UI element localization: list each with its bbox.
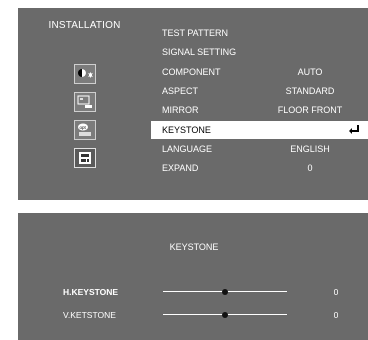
sidebar: INSTALLATION opt xyxy=(18,8,151,200)
menu-item-value: 0 xyxy=(307,163,313,173)
options-icon[interactable]: opt xyxy=(74,120,96,140)
menu-item-label: LANGUAGE xyxy=(162,144,213,154)
svg-text:opt: opt xyxy=(80,125,87,130)
h-keystone-slider[interactable] xyxy=(163,288,287,295)
menu-item-signal-setting[interactable]: SIGNAL SETTING xyxy=(151,43,368,61)
menu-item-label: COMPONENT xyxy=(162,67,221,77)
installation-menu-list: TEST PATTERN SIGNAL SETTING COMPONENT AU… xyxy=(151,8,368,200)
menu-item-value: ENGLISH xyxy=(290,144,330,154)
h-keystone-value: 0 xyxy=(333,287,339,297)
v-keystone-slider[interactable] xyxy=(163,311,287,318)
menu-item-expand[interactable]: EXPAND 0 xyxy=(151,159,368,177)
menu-item-mirror[interactable]: MIRROR FLOOR FRONT xyxy=(151,101,368,119)
menu-item-value: AUTO xyxy=(297,67,323,77)
v-keystone-label: V.KETSTONE xyxy=(63,310,116,320)
menu-item-label: TEST PATTERN xyxy=(162,28,229,38)
h-keystone-slider-knob[interactable] xyxy=(222,288,228,295)
menu-item-value: STANDARD xyxy=(285,86,335,96)
v-keystone-value: 0 xyxy=(333,310,339,320)
keystone-panel-title: KEYSTONE xyxy=(169,242,219,252)
menu-item-test-pattern[interactable]: TEST PATTERN xyxy=(151,24,368,42)
installation-icon[interactable] xyxy=(74,148,96,168)
h-keystone-label: H.KEYSTONE xyxy=(63,287,119,297)
installation-menu-panel: INSTALLATION opt TEST PATTERN SIGNAL SET… xyxy=(18,8,368,200)
picture-settings-icon[interactable] xyxy=(74,64,96,84)
menu-item-component[interactable]: COMPONENT AUTO xyxy=(151,63,368,81)
keystone-adjust-panel: KEYSTONE H.KEYSTONE 0 V.KETSTONE 0 xyxy=(18,213,368,340)
menu-item-aspect[interactable]: ASPECT STANDARD xyxy=(151,82,368,100)
enter-icon xyxy=(349,125,359,134)
menu-item-value: FLOOR FRONT xyxy=(277,105,343,115)
sidebar-title: INSTALLATION xyxy=(48,20,121,31)
menu-item-keystone[interactable]: KEYSTONE xyxy=(151,121,368,139)
menu-item-label: EXPAND xyxy=(162,163,199,173)
menu-item-label: MIRROR xyxy=(162,105,199,115)
screen-settings-icon[interactable] xyxy=(74,92,96,112)
menu-item-language[interactable]: LANGUAGE ENGLISH xyxy=(151,140,368,158)
v-keystone-slider-knob[interactable] xyxy=(222,311,228,318)
menu-item-label: KEYSTONE xyxy=(162,125,211,135)
menu-item-label: SIGNAL SETTING xyxy=(162,47,237,57)
menu-item-label: ASPECT xyxy=(162,86,199,96)
